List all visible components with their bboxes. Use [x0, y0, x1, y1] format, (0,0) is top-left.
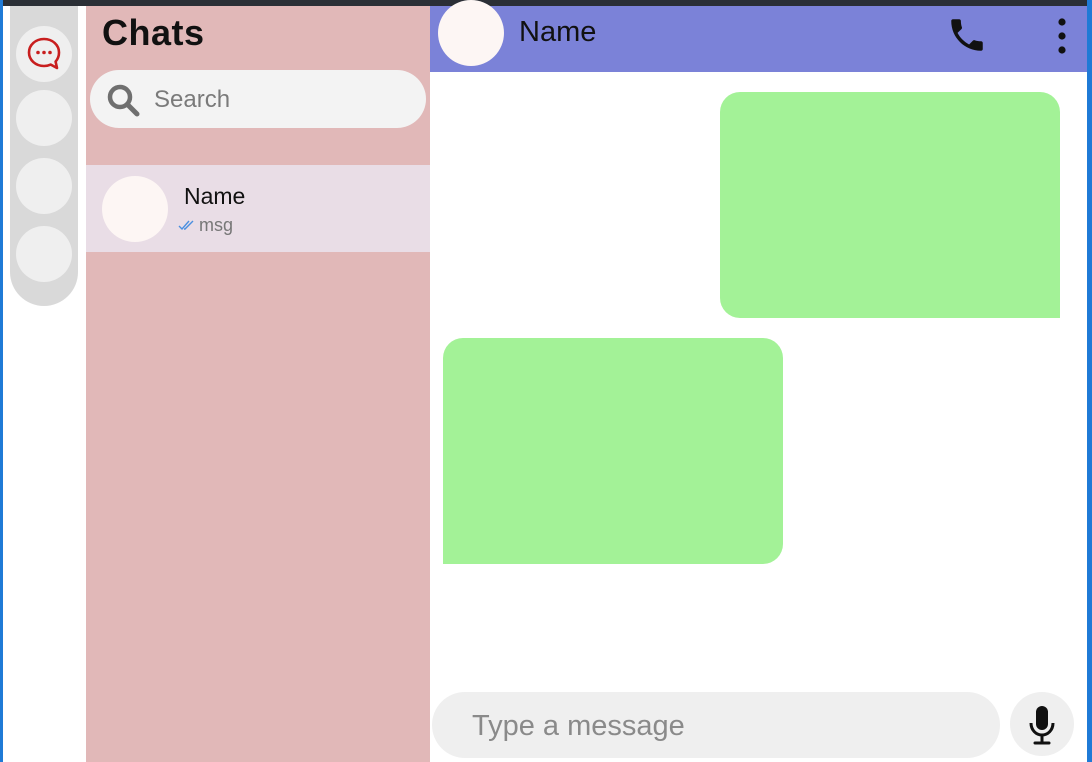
- nav-button-2[interactable]: [16, 90, 72, 146]
- avatar[interactable]: [438, 0, 504, 66]
- message-input[interactable]: [470, 706, 974, 746]
- more-options-button[interactable]: [1050, 14, 1074, 58]
- search-bar[interactable]: [90, 70, 426, 128]
- chat-bubble-icon: [27, 37, 61, 70]
- conversation-header: Name: [430, 0, 1087, 72]
- nav-chats-button[interactable]: [16, 26, 72, 82]
- chat-app: Chats Name msg Name: [0, 0, 1092, 762]
- double-check-icon: [178, 220, 194, 231]
- call-button[interactable]: [946, 14, 988, 56]
- search-icon: [107, 84, 140, 117]
- chats-title: Chats: [102, 12, 205, 53]
- avatar: [102, 176, 168, 242]
- microphone-icon: [1029, 706, 1055, 745]
- outgoing-message-bubble: [720, 92, 1060, 318]
- window-right-edge: [1087, 0, 1092, 762]
- call-icon: [951, 19, 983, 51]
- more-vertical-icon: [1058, 18, 1066, 54]
- chats-panel: Chats Name msg: [86, 6, 430, 762]
- nav-button-3[interactable]: [16, 158, 72, 214]
- chat-list-item[interactable]: Name msg: [86, 165, 430, 252]
- window-left-edge: [0, 0, 3, 762]
- chat-last-message: msg: [199, 215, 234, 235]
- microphone-button[interactable]: [1010, 692, 1074, 756]
- nav-button-4[interactable]: [16, 226, 72, 282]
- nav-rail: [10, 6, 78, 306]
- incoming-message-bubble: [443, 338, 783, 564]
- message-composer[interactable]: [432, 692, 1000, 758]
- conversation-contact-name[interactable]: Name: [519, 16, 596, 49]
- search-input[interactable]: [152, 82, 406, 118]
- chat-contact-name: Name: [184, 183, 246, 209]
- message-list: [430, 72, 1087, 684]
